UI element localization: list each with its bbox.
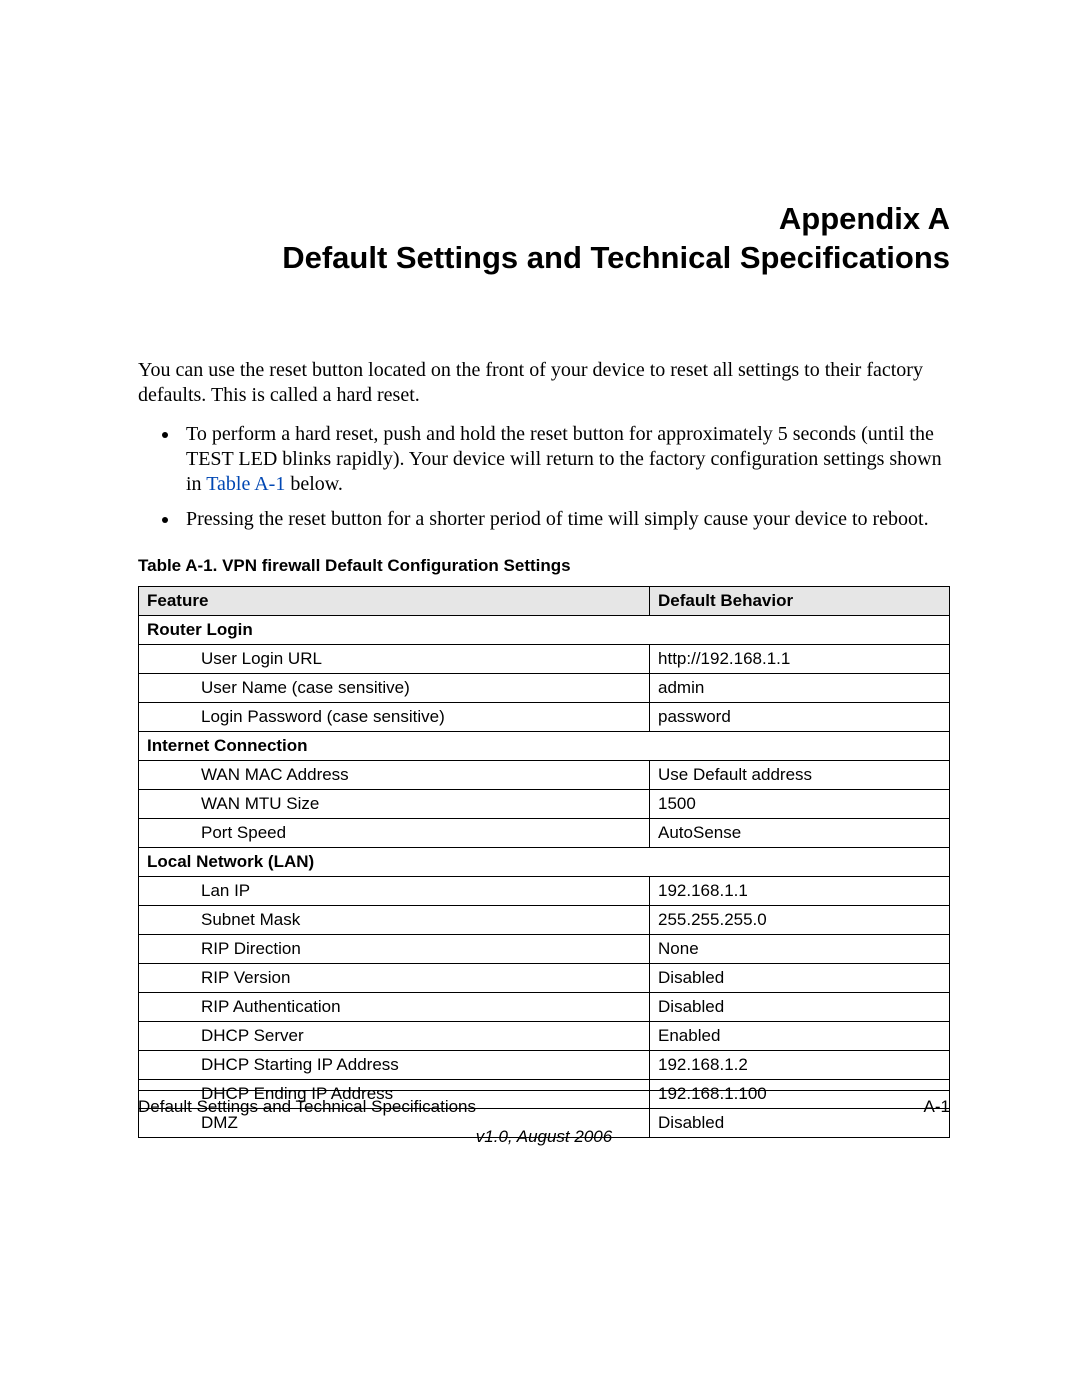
bullet-item-1: To perform a hard reset, push and hold t… <box>180 422 950 497</box>
table-row: DHCP Starting IP Address192.168.1.2 <box>139 1050 950 1079</box>
section-row-router-login: Router Login <box>139 615 950 644</box>
table-row: RIP AuthenticationDisabled <box>139 992 950 1021</box>
indent-cell <box>139 673 194 702</box>
config-table: Feature Default Behavior Router Login Us… <box>138 586 950 1138</box>
feature-cell: User Name (case sensitive) <box>193 673 650 702</box>
section-internet: Internet Connection <box>139 731 950 760</box>
feature-cell: User Login URL <box>193 644 650 673</box>
header-feature: Feature <box>139 586 650 615</box>
value-cell: Enabled <box>650 1021 950 1050</box>
footer-left: Default Settings and Technical Specifica… <box>138 1097 476 1117</box>
table-row: DHCP ServerEnabled <box>139 1021 950 1050</box>
value-cell: 1500 <box>650 789 950 818</box>
table-row: User Login URLhttp://192.168.1.1 <box>139 644 950 673</box>
section-row-lan: Local Network (LAN) <box>139 847 950 876</box>
feature-cell: DHCP Starting IP Address <box>193 1050 650 1079</box>
value-cell: 192.168.1.2 <box>650 1050 950 1079</box>
value-cell: AutoSense <box>650 818 950 847</box>
indent-cell <box>139 1021 194 1050</box>
page-title: Appendix A Default Settings and Technica… <box>138 200 950 278</box>
indent-cell <box>139 789 194 818</box>
header-behavior: Default Behavior <box>650 586 950 615</box>
indent-cell <box>139 963 194 992</box>
indent-cell <box>139 992 194 1021</box>
footer-version: v1.0, August 2006 <box>138 1127 950 1147</box>
feature-cell: RIP Authentication <box>193 992 650 1021</box>
footer-page-number: A-1 <box>924 1097 950 1117</box>
page-footer: Default Settings and Technical Specifica… <box>138 1090 950 1147</box>
feature-cell: RIP Direction <box>193 934 650 963</box>
value-cell: Disabled <box>650 992 950 1021</box>
table-row: RIP DirectionNone <box>139 934 950 963</box>
value-cell: password <box>650 702 950 731</box>
feature-cell: Lan IP <box>193 876 650 905</box>
table-link[interactable]: Table A-1 <box>206 473 285 495</box>
table-caption: Table A-1. VPN firewall Default Configur… <box>138 556 950 576</box>
indent-cell <box>139 702 194 731</box>
table-header-row: Feature Default Behavior <box>139 586 950 615</box>
value-cell: Use Default address <box>650 760 950 789</box>
table-row: User Name (case sensitive)admin <box>139 673 950 702</box>
feature-cell: WAN MAC Address <box>193 760 650 789</box>
table-row: WAN MTU Size1500 <box>139 789 950 818</box>
intro-paragraph: You can use the reset button located on … <box>138 358 950 408</box>
feature-cell: WAN MTU Size <box>193 789 650 818</box>
indent-cell <box>139 876 194 905</box>
feature-cell: DHCP Server <box>193 1021 650 1050</box>
section-router-login: Router Login <box>139 615 950 644</box>
feature-cell: RIP Version <box>193 963 650 992</box>
table-row: Login Password (case sensitive)password <box>139 702 950 731</box>
value-cell: http://192.168.1.1 <box>650 644 950 673</box>
footer-line: Default Settings and Technical Specifica… <box>138 1097 950 1117</box>
indent-cell <box>139 760 194 789</box>
value-cell: None <box>650 934 950 963</box>
bullet-item-2: Pressing the reset button for a shorter … <box>180 507 950 532</box>
value-cell: admin <box>650 673 950 702</box>
indent-cell <box>139 818 194 847</box>
table-row: Port SpeedAutoSense <box>139 818 950 847</box>
indent-cell <box>139 934 194 963</box>
bullet-list: To perform a hard reset, push and hold t… <box>138 422 950 532</box>
feature-cell: Port Speed <box>193 818 650 847</box>
table-row: Lan IP192.168.1.1 <box>139 876 950 905</box>
value-cell: Disabled <box>650 963 950 992</box>
footer-rule <box>138 1090 950 1091</box>
indent-cell <box>139 905 194 934</box>
table-row: WAN MAC AddressUse Default address <box>139 760 950 789</box>
title-line-2: Default Settings and Technical Specifica… <box>282 240 950 275</box>
table-row: RIP VersionDisabled <box>139 963 950 992</box>
table-row: Subnet Mask255.255.255.0 <box>139 905 950 934</box>
value-cell: 192.168.1.1 <box>650 876 950 905</box>
title-line-1: Appendix A <box>779 201 950 236</box>
page: Appendix A Default Settings and Technica… <box>0 0 1080 1397</box>
indent-cell <box>139 644 194 673</box>
section-lan: Local Network (LAN) <box>139 847 950 876</box>
bullet-1-post: below. <box>285 473 343 495</box>
value-cell: 255.255.255.0 <box>650 905 950 934</box>
indent-cell <box>139 1050 194 1079</box>
section-row-internet: Internet Connection <box>139 731 950 760</box>
feature-cell: Subnet Mask <box>193 905 650 934</box>
feature-cell: Login Password (case sensitive) <box>193 702 650 731</box>
